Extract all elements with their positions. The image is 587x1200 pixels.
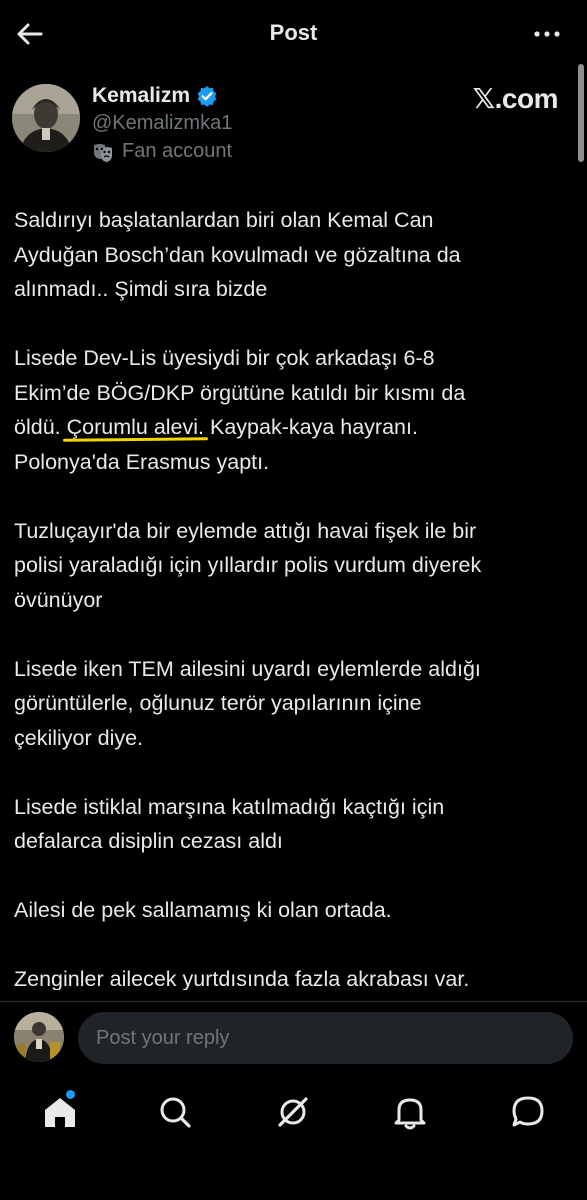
bell-icon[interactable]: [390, 1092, 430, 1132]
page-title: Post: [269, 20, 318, 45]
post-author: Kemalizm @Kemalizmka1 Fan account 𝕏.com: [12, 82, 572, 172]
user-avatar[interactable]: [14, 1012, 64, 1062]
post-paragraph: Zenginler ailecek yurtdısında fazla akra…: [14, 967, 470, 990]
post-paragraph: Lisede istiklal marşına katılmadığı kaçt…: [14, 794, 445, 854]
messages-icon[interactable]: [508, 1092, 548, 1132]
post-paragraph: Lisede Dev-Lis üyesiydi bir çok arkadaşı…: [14, 341, 574, 479]
home-icon[interactable]: [40, 1092, 80, 1132]
bottom-navigation: [0, 1074, 587, 1200]
scrollbar[interactable]: [578, 64, 584, 162]
grok-icon[interactable]: [273, 1092, 313, 1132]
post-paragraph: Ailesi de pek sallamamış ki olan ortada.: [14, 898, 392, 922]
post-text: Saldırıyı başlatanlardan biri olan Kemal…: [14, 203, 574, 990]
x-com-logo: 𝕏.com: [472, 83, 559, 114]
author-display-name[interactable]: Kemalizm: [92, 84, 190, 108]
more-horizontal-icon[interactable]: [531, 18, 563, 50]
highlighted-text: Çorumlu alevi.: [66, 415, 205, 439]
notification-dot: [66, 1090, 75, 1099]
verified-badge-icon: [196, 85, 218, 107]
fan-account-label: Fan account: [122, 140, 233, 162]
post-paragraph: Saldırıyı başlatanlardan biri olan Kemal…: [14, 208, 461, 301]
post-paragraph: Tuzluçayır'da bir eylemde attığı havai f…: [14, 518, 482, 612]
reply-input[interactable]: [78, 1012, 573, 1064]
author-handle[interactable]: @Kemalizmka1: [92, 112, 232, 135]
theater-mask-icon: [92, 141, 114, 163]
post-paragraph: Lisede iken TEM ailesini uyardı eylemler…: [14, 656, 481, 750]
search-icon[interactable]: [155, 1092, 195, 1132]
author-avatar[interactable]: [12, 84, 80, 152]
top-app-bar: Post: [0, 0, 587, 68]
account-label: Fan account: [92, 140, 232, 163]
reply-composer: [0, 1001, 587, 1073]
